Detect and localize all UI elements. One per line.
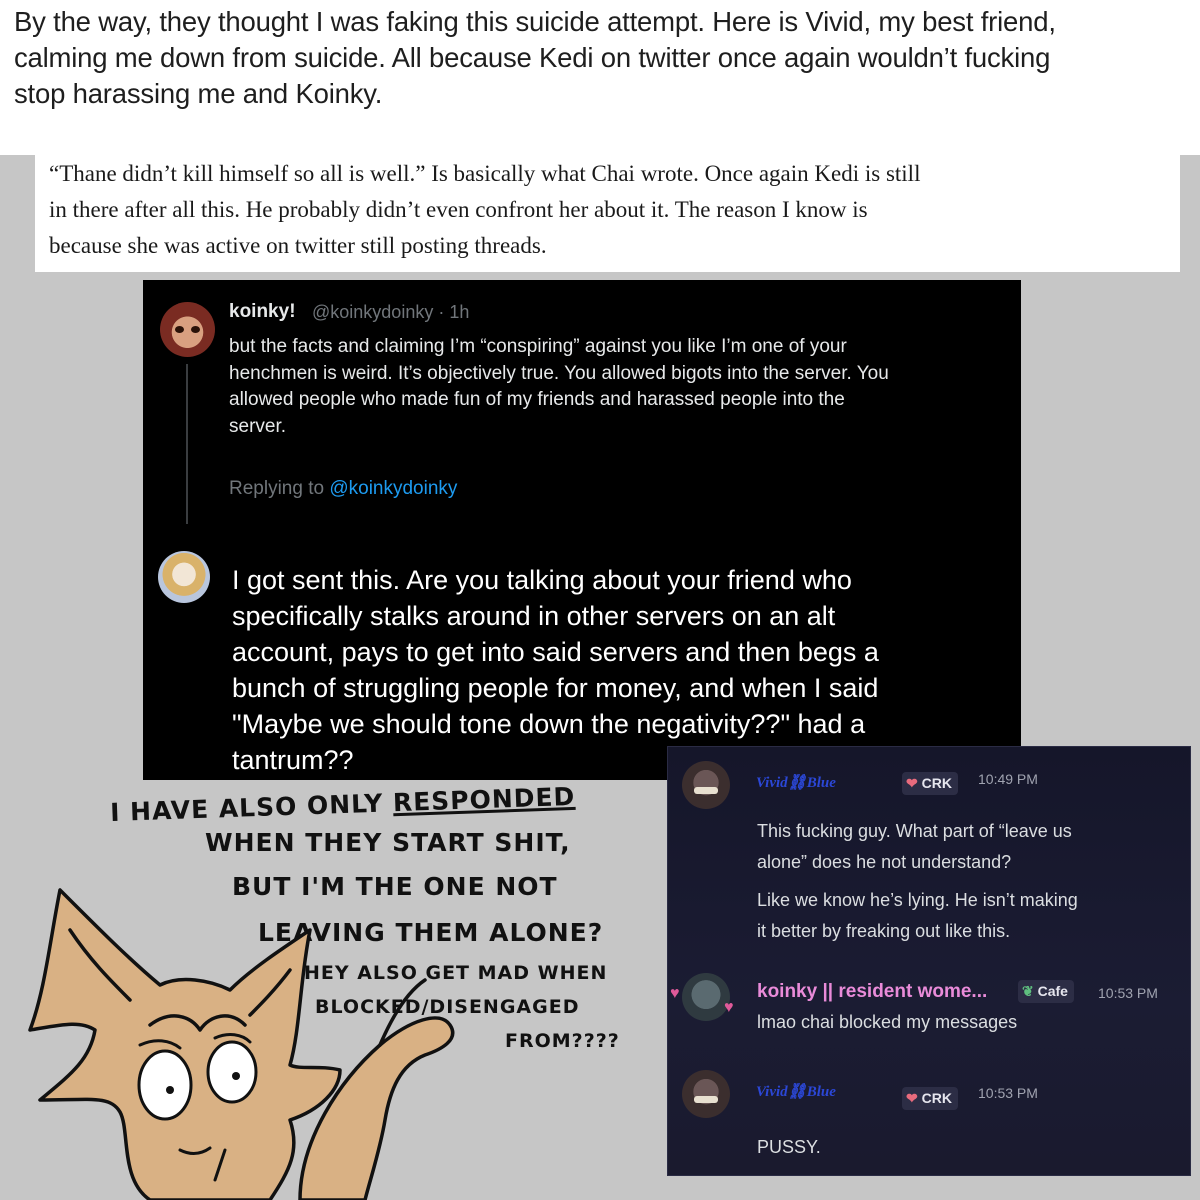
reply-line: "Maybe we should tone down the negativit… xyxy=(232,709,866,739)
reply-line: account, pays to get into said servers a… xyxy=(232,637,879,667)
handwritten-line: I HAVE ALSO ONLY RESPONDED xyxy=(110,782,576,827)
discord-username[interactable]: Vivid⛓Blue xyxy=(756,773,836,792)
tweet-body-line: server. xyxy=(229,415,287,437)
serif-note-line: “Thane didn’t kill himself so all is wel… xyxy=(49,161,921,186)
handwritten-line: FROM???? xyxy=(505,1030,620,1052)
top-note-line: By the way, they thought I was faking th… xyxy=(14,6,1056,37)
heart-icon: ❤ xyxy=(906,775,918,791)
tweet-author-handle[interactable]: @koinkydoinky · 1h xyxy=(312,302,469,323)
message-line: alone” does he not understand? xyxy=(757,852,1012,872)
message-time: 10:53 PM xyxy=(1098,985,1158,1001)
avatar-eyes xyxy=(694,787,718,794)
server-tag[interactable]: ❤ CRK xyxy=(902,1087,958,1110)
avatar[interactable] xyxy=(160,302,215,357)
heart-icon: ♥ xyxy=(724,999,734,1016)
message-text: lmao chai blocked my messages xyxy=(757,1007,1017,1038)
tweet-screenshot: koinky! @koinkydoinky · 1h but the facts… xyxy=(143,280,1021,780)
message-line: PUSSY. xyxy=(757,1137,821,1157)
avatar[interactable] xyxy=(158,551,210,603)
message-text: This fucking guy. What part of “leave us… xyxy=(757,816,1177,947)
reply-line: specifically stalks around in other serv… xyxy=(232,601,836,631)
serif-note-line: because she was active on twitter still … xyxy=(49,233,547,258)
leaf-icon: ❦ xyxy=(1022,983,1034,999)
serif-note-line: in there after all this. He probably did… xyxy=(49,197,868,222)
tweet-author-name[interactable]: koinky! xyxy=(229,301,296,323)
heart-icon: ♥ xyxy=(670,985,680,1002)
reply-line: bunch of struggling people for money, an… xyxy=(232,673,879,703)
avatar[interactable] xyxy=(682,761,730,809)
top-note: By the way, they thought I was faking th… xyxy=(0,0,1200,155)
avatar[interactable] xyxy=(682,973,730,1021)
tweet-body-line: allowed people who made fun of my friend… xyxy=(229,389,845,410)
message-line: Like we know he’s lying. He isn’t making xyxy=(757,890,1078,910)
tweet-body: but the facts and claiming I’m “conspiri… xyxy=(229,334,1019,440)
discord-username[interactable]: koinky || resident wome... xyxy=(757,981,987,1003)
replying-handle-link[interactable]: @koinkydoinky xyxy=(329,478,457,499)
discord-screenshot: Vivid⛓Blue ❤ CRK 10:49 PM This fucking g… xyxy=(667,746,1191,1176)
tweet-body-line: henchmen is weird. It’s objectively true… xyxy=(229,362,889,384)
message-line: This fucking guy. What part of “leave us xyxy=(757,821,1072,841)
message-time: 10:49 PM xyxy=(978,771,1038,787)
replying-prefix: Replying to xyxy=(229,478,325,499)
top-note-line: stop harassing me and Koinky. xyxy=(14,78,383,109)
server-tag-label: Cafe xyxy=(1037,983,1068,999)
handwritten-underlined-text: RESPONDED xyxy=(392,781,576,818)
message-time: 10:53 PM xyxy=(978,1085,1038,1101)
handwritten-text: I HAVE ALSO ONLY xyxy=(109,788,394,828)
tweet-body-line: but the facts and claiming I’m “conspiri… xyxy=(229,336,847,357)
avatar-eyes xyxy=(694,1096,718,1103)
server-tag-label: CRK xyxy=(921,775,952,791)
message-text: PUSSY. xyxy=(757,1132,821,1163)
message-line: lmao chai blocked my messages xyxy=(757,1012,1018,1032)
message-line: it better by freaking out like this. xyxy=(757,921,1011,941)
server-tag-label: CRK xyxy=(921,1090,952,1106)
reply-line: I got sent this. Are you talking about y… xyxy=(232,565,852,595)
replying-to: Replying to @koinkydoinky xyxy=(229,478,457,500)
serif-note: “Thane didn’t kill himself so all is wel… xyxy=(35,152,1180,272)
discord-username[interactable]: Vivid⛓Blue xyxy=(756,1082,836,1101)
thread-line xyxy=(186,364,188,524)
avatar[interactable] xyxy=(682,1070,730,1118)
cat-drawing xyxy=(28,888,455,1200)
heart-icon: ❤ xyxy=(906,1090,918,1106)
server-tag[interactable]: ❦ Cafe xyxy=(1018,980,1074,1003)
avatar-eye xyxy=(191,326,200,333)
reply-line: tantrum?? xyxy=(232,745,354,775)
avatar-eye xyxy=(175,326,184,333)
server-tag[interactable]: ❤ CRK xyxy=(902,772,958,795)
top-note-line: calming me down from suicide. All becaus… xyxy=(14,42,1051,73)
